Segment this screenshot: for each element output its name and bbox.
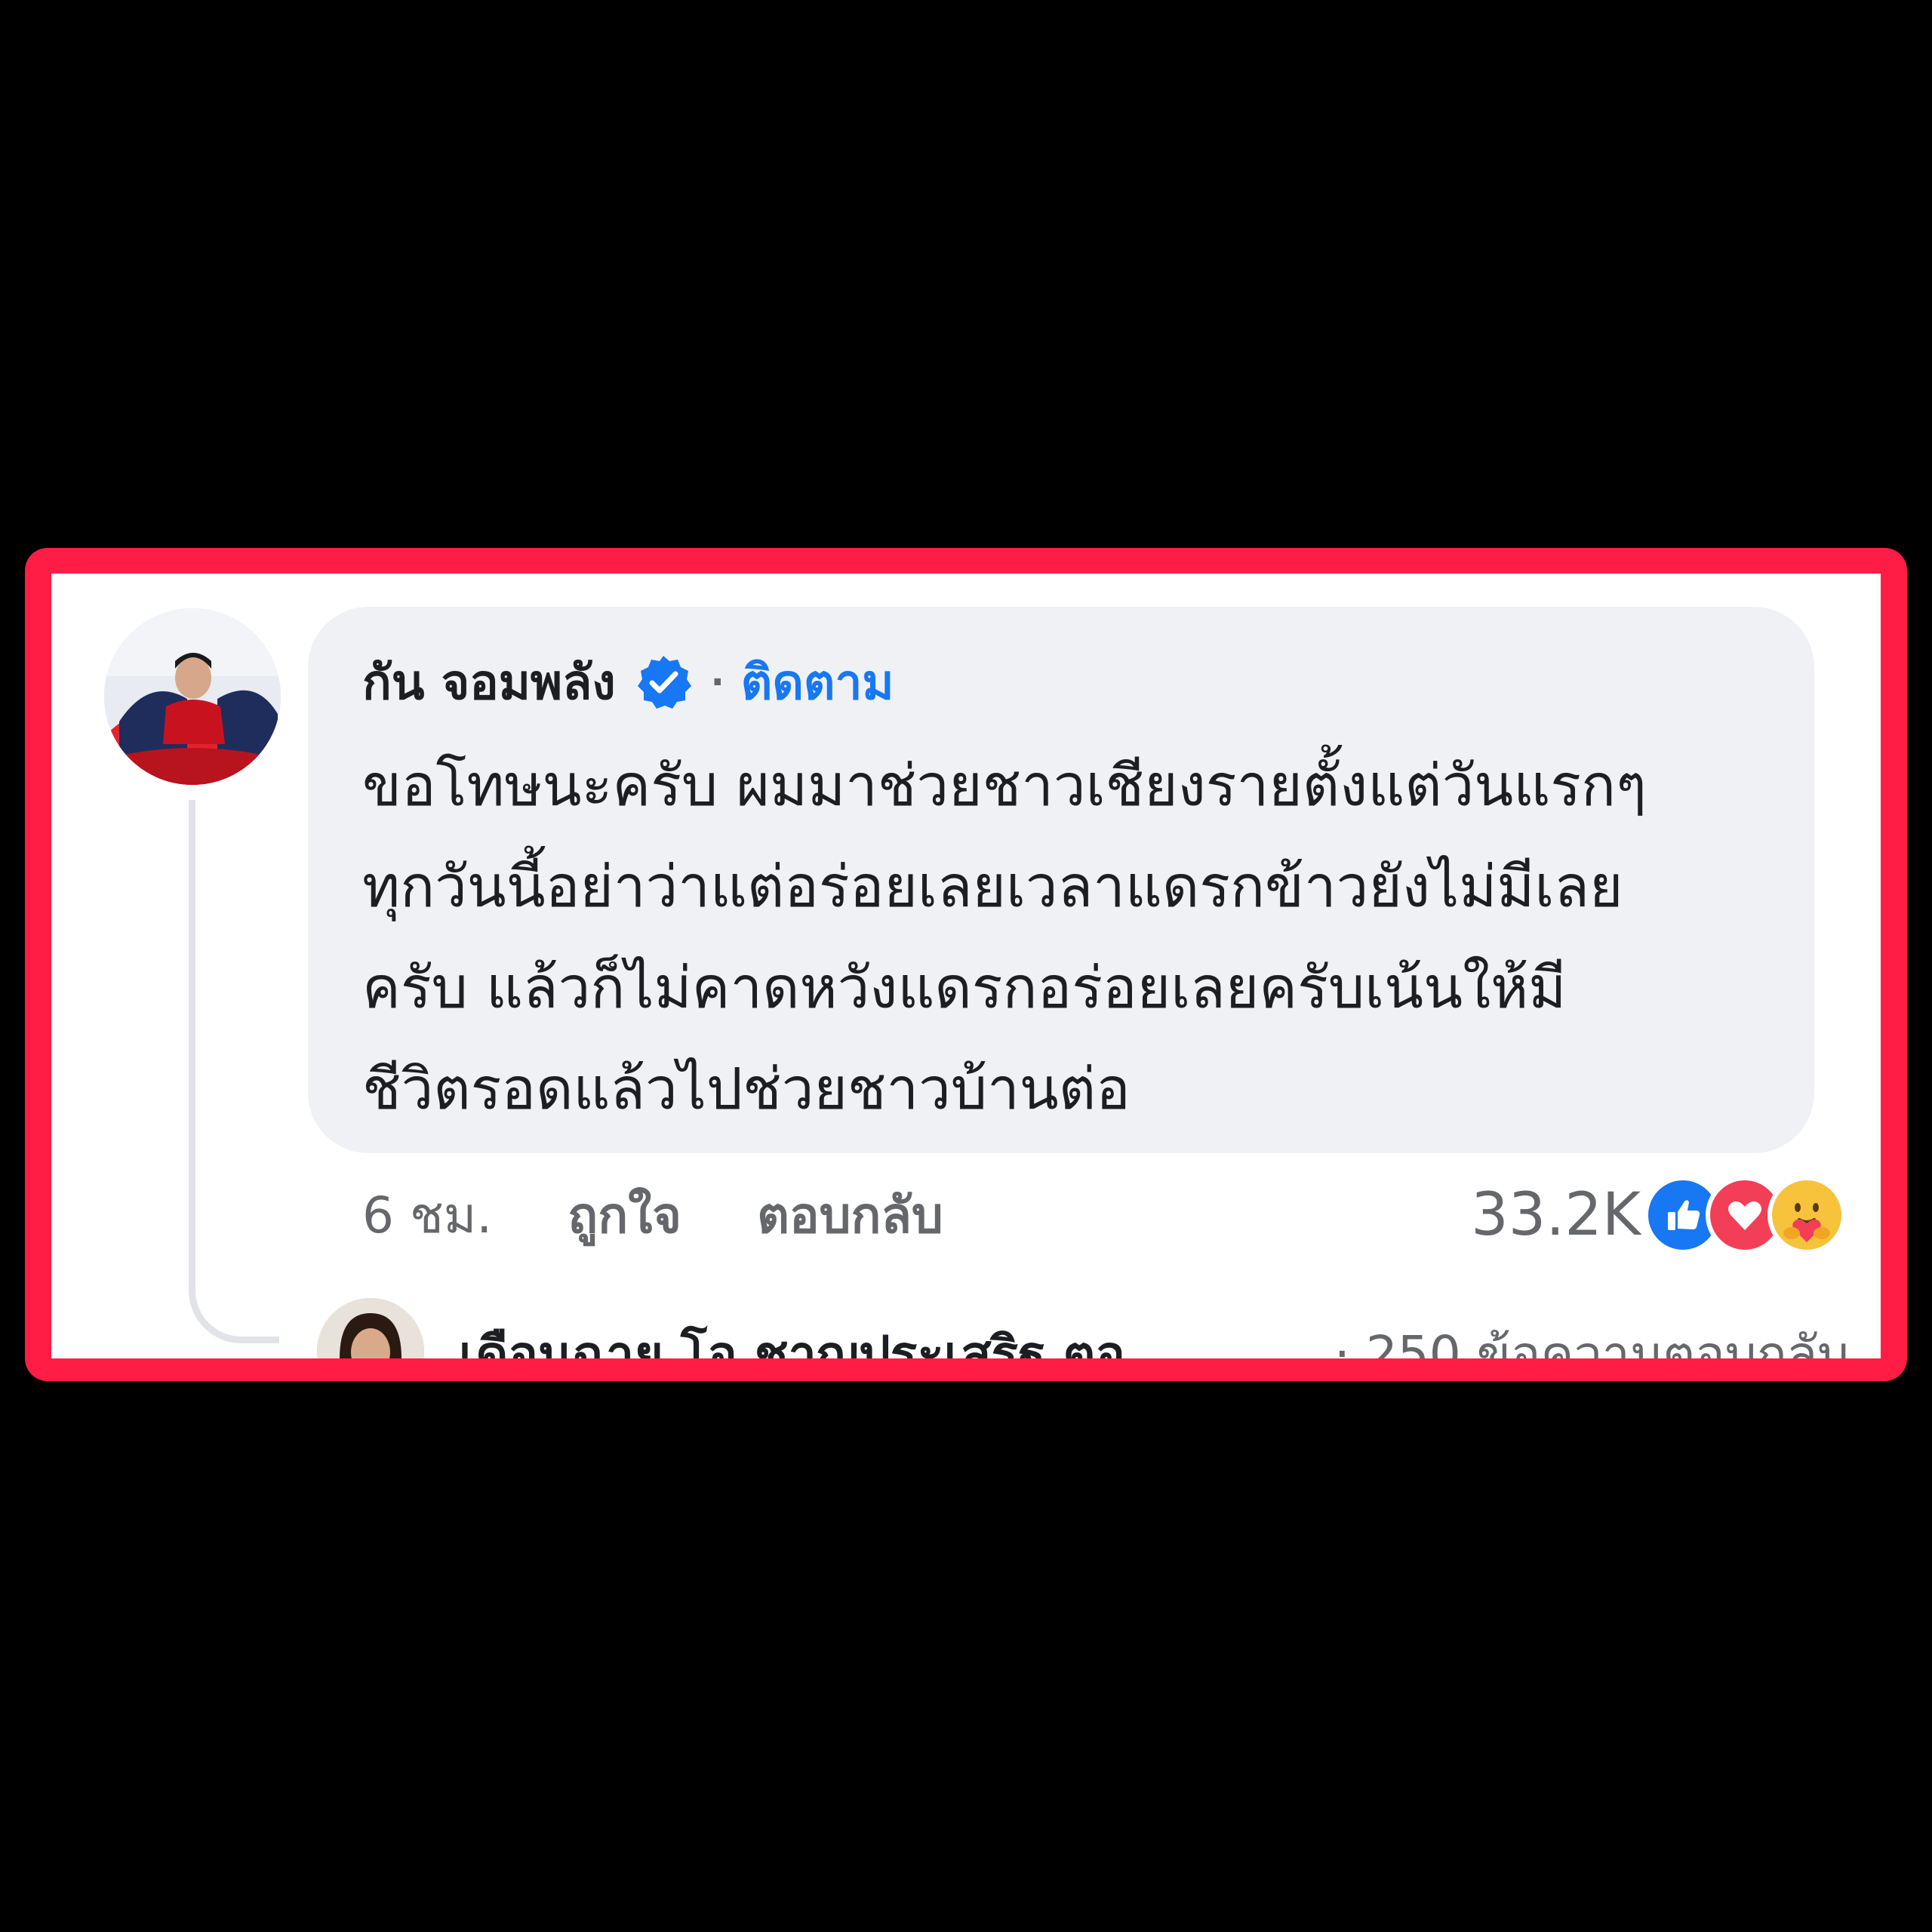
verified-badge-icon (635, 654, 691, 710)
reaction-summary[interactable]: 33.2K (1471, 1170, 1846, 1260)
care-icon (1767, 1176, 1846, 1254)
reply-preview[interactable]: เดือนฉาย โอ ชาญประเสริฐ ตอ · 250 ข้อความ… (317, 1298, 1849, 1358)
reaction-count: 33.2K (1471, 1181, 1641, 1249)
like-button[interactable]: ถูกใจ (568, 1176, 681, 1255)
comment-header: กัน จอมพลัง · ติดตาม (362, 645, 894, 720)
author-avatar[interactable] (104, 608, 281, 785)
thread-connector-line (189, 800, 279, 1343)
header-separator: · (710, 661, 724, 703)
comment-card: กัน จอมพลัง · ติดตาม ขอโทษนะครับ ผมมาช่ว… (51, 574, 1881, 1358)
reply-author-avatar[interactable] (317, 1298, 424, 1358)
comment-actions: 6 ชม. ถูกใจ ตอบกลับ (362, 1170, 943, 1260)
comment-bubble: กัน จอมพลัง · ติดตาม ขอโทษนะครับ ผมมาช่ว… (308, 607, 1814, 1153)
follow-button[interactable]: ติดตาม (741, 644, 894, 721)
comment-timestamp[interactable]: 6 ชม. (362, 1176, 492, 1255)
reply-count-link[interactable]: · 250 ข้อความตอบกลับ (1334, 1315, 1849, 1358)
reply-button[interactable]: ตอบกลับ (757, 1176, 943, 1255)
comment-text: ขอโทษนะครับ ผมมาช่วยชาวเชียงรายตั้งแต่วั… (362, 752, 1647, 1122)
author-name[interactable]: กัน จอมพลัง (362, 644, 616, 721)
reply-author-name[interactable]: เดือนฉาย โอ ชาญประเสริฐ ตอ (459, 1315, 1125, 1358)
